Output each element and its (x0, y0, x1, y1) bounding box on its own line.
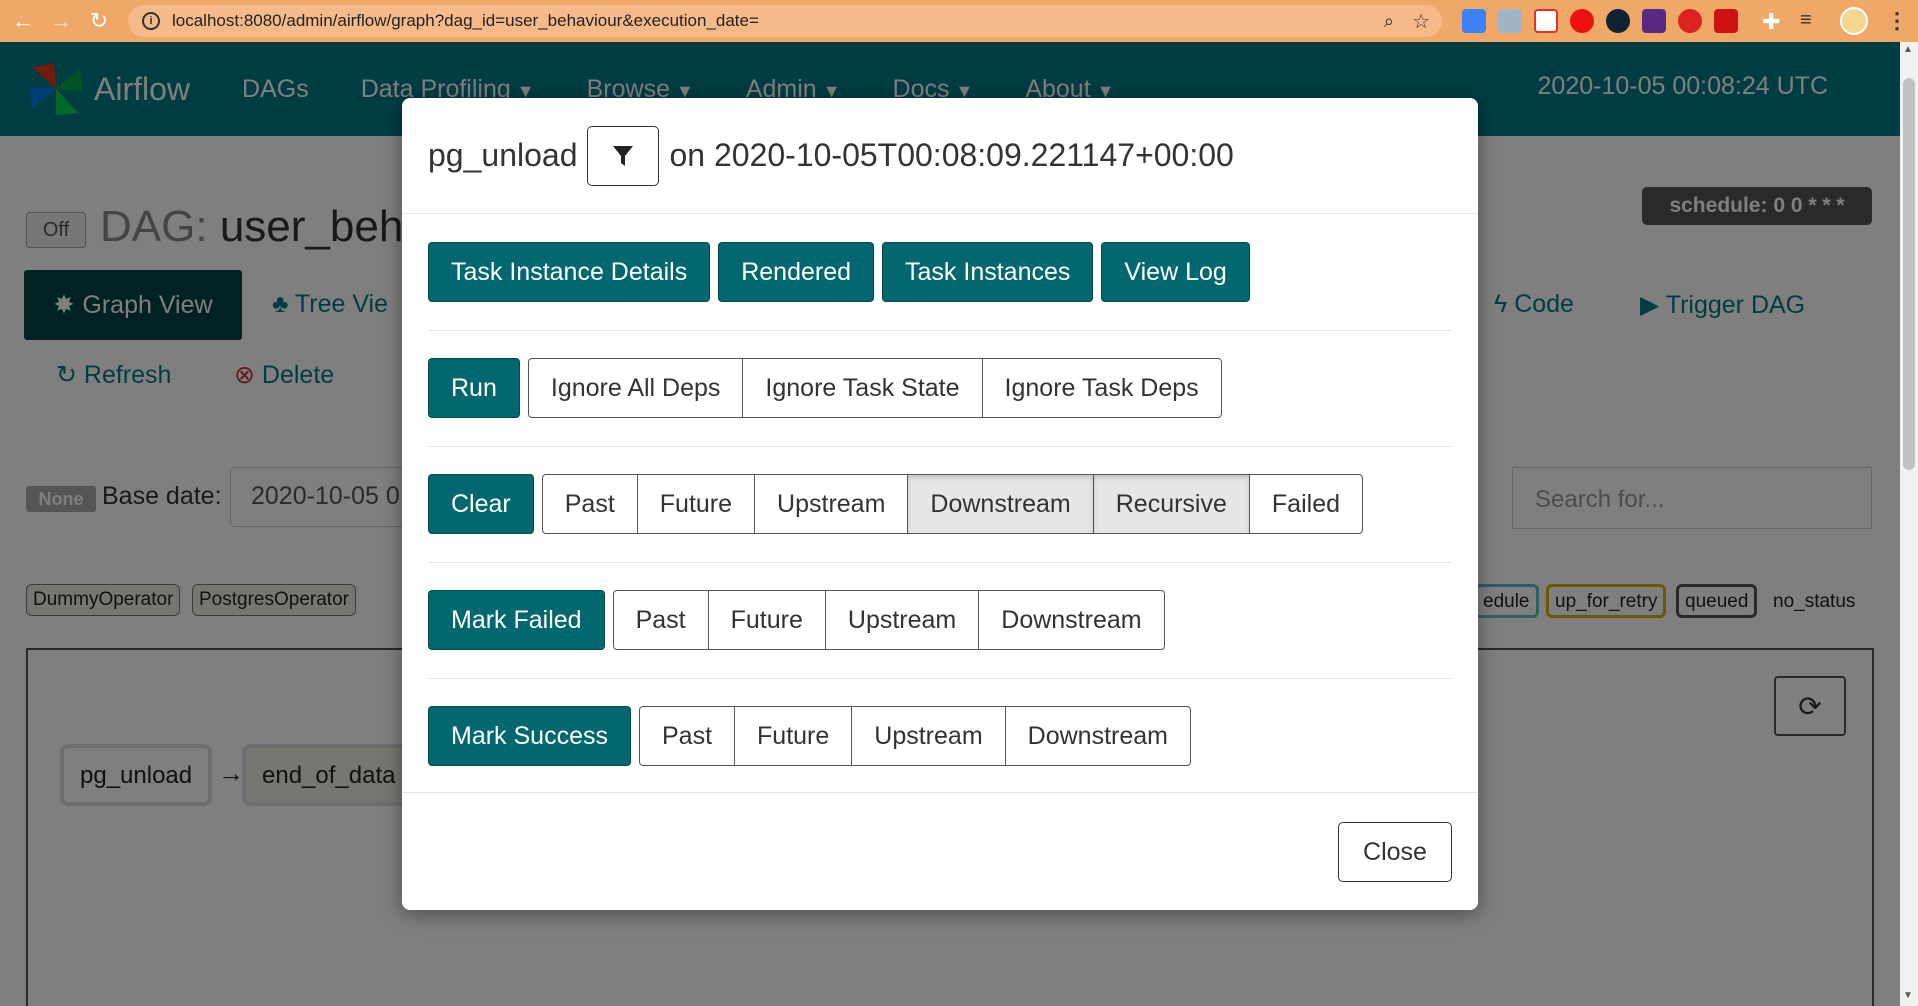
success-upstream-toggle[interactable]: Upstream (851, 706, 1006, 766)
mark-success-options: Past Future Upstream Downstream (638, 706, 1191, 766)
extension-icon[interactable] (1498, 9, 1522, 33)
clear-failed-toggle[interactable]: Failed (1248, 474, 1363, 534)
url-text: localhost:8080/admin/airflow/graph?dag_i… (172, 11, 759, 30)
divider (428, 678, 1452, 679)
extension-icon[interactable] (1462, 9, 1486, 33)
scroll-thumb[interactable] (1903, 78, 1915, 470)
extension-icon[interactable] (1606, 9, 1630, 33)
reload-icon[interactable]: ↻ (84, 6, 114, 36)
task-instances-button[interactable]: Task Instances (882, 242, 1094, 302)
mark-failed-button[interactable]: Mark Failed (428, 590, 605, 650)
failed-downstream-toggle[interactable]: Downstream (978, 590, 1165, 650)
clear-future-toggle[interactable]: Future (636, 474, 756, 534)
mark-failed-row: Mark Failed Past Future Upstream Downstr… (428, 590, 1165, 650)
divider (428, 562, 1452, 563)
view-log-button[interactable]: View Log (1101, 242, 1250, 302)
task-instance-details-button[interactable]: Task Instance Details (428, 242, 711, 302)
ignore-task-state-toggle[interactable]: Ignore Task State (742, 358, 983, 418)
modal-header: pg_unload on 2020-10-05T00:08:09.221147+… (402, 98, 1478, 214)
clear-button[interactable]: Clear (428, 474, 534, 534)
failed-past-toggle[interactable]: Past (612, 590, 709, 650)
forward-arrow-icon[interactable]: → (46, 6, 76, 36)
failed-future-toggle[interactable]: Future (707, 590, 826, 650)
run-button[interactable]: Run (428, 358, 520, 418)
reading-list-icon[interactable]: ≡ (1800, 9, 1824, 33)
top-button-row: Task Instance Details Rendered Task Inst… (428, 242, 1250, 302)
site-info-icon[interactable]: i (142, 12, 160, 30)
ignore-all-deps-toggle[interactable]: Ignore All Deps (527, 358, 744, 418)
back-arrow-icon[interactable]: ← (8, 6, 38, 36)
puzzle-icon[interactable]: ✚ (1762, 9, 1786, 34)
divider (428, 330, 1452, 331)
extension-icon[interactable] (1570, 9, 1594, 33)
extension-icon[interactable] (1678, 9, 1702, 33)
address-bar[interactable]: i localhost:8080/admin/airflow/graph?dag… (128, 5, 1442, 37)
extension-icon[interactable] (1534, 9, 1558, 33)
extension-icon[interactable] (1642, 9, 1666, 33)
browser-menu-icon[interactable]: ⋮ (1886, 8, 1908, 34)
divider (428, 446, 1452, 447)
extension-icon[interactable] (1714, 9, 1738, 33)
success-downstream-toggle[interactable]: Downstream (1004, 706, 1191, 766)
clear-options: Past Future Upstream Downstream Recursiv… (541, 474, 1363, 534)
clear-downstream-toggle[interactable]: Downstream (907, 474, 1094, 534)
clear-recursive-toggle[interactable]: Recursive (1092, 474, 1250, 534)
failed-upstream-toggle[interactable]: Upstream (824, 590, 980, 650)
scroll-up-arrow-icon[interactable]: ▲ (1903, 44, 1913, 55)
filter-icon (613, 145, 634, 166)
mark-failed-options: Past Future Upstream Downstream (612, 590, 1165, 650)
modal-task-name: pg_unload (428, 137, 578, 173)
task-instance-modal: pg_unload on 2020-10-05T00:08:09.221147+… (402, 98, 1478, 910)
success-past-toggle[interactable]: Past (638, 706, 736, 766)
clear-past-toggle[interactable]: Past (541, 474, 638, 534)
modal-footer-divider (402, 792, 1478, 793)
run-options: Ignore All Deps Ignore Task State Ignore… (527, 358, 1222, 418)
clear-upstream-toggle[interactable]: Upstream (754, 474, 909, 534)
mark-success-button[interactable]: Mark Success (428, 706, 631, 766)
profile-avatar[interactable] (1840, 7, 1868, 35)
clear-row: Clear Past Future Upstream Downstream Re… (428, 474, 1363, 534)
run-row: Run Ignore All Deps Ignore Task State Ig… (428, 358, 1222, 418)
modal-execution-date: on 2020-10-05T00:08:09.221147+00:00 (669, 137, 1234, 173)
scroll-down-arrow-icon[interactable]: ▼ (1903, 990, 1913, 1001)
mark-success-row: Mark Success Past Future Upstream Downst… (428, 706, 1191, 766)
zoom-icon[interactable]: ⌕ (1384, 11, 1394, 32)
bookmark-star-icon[interactable]: ☆ (1412, 9, 1430, 34)
success-future-toggle[interactable]: Future (734, 706, 853, 766)
ignore-task-deps-toggle[interactable]: Ignore Task Deps (981, 358, 1222, 418)
rendered-button[interactable]: Rendered (718, 242, 875, 302)
close-button[interactable]: Close (1338, 822, 1452, 882)
filter-button[interactable] (587, 125, 660, 186)
browser-toolbar: ← → ↻ i localhost:8080/admin/airflow/gra… (0, 0, 1918, 42)
